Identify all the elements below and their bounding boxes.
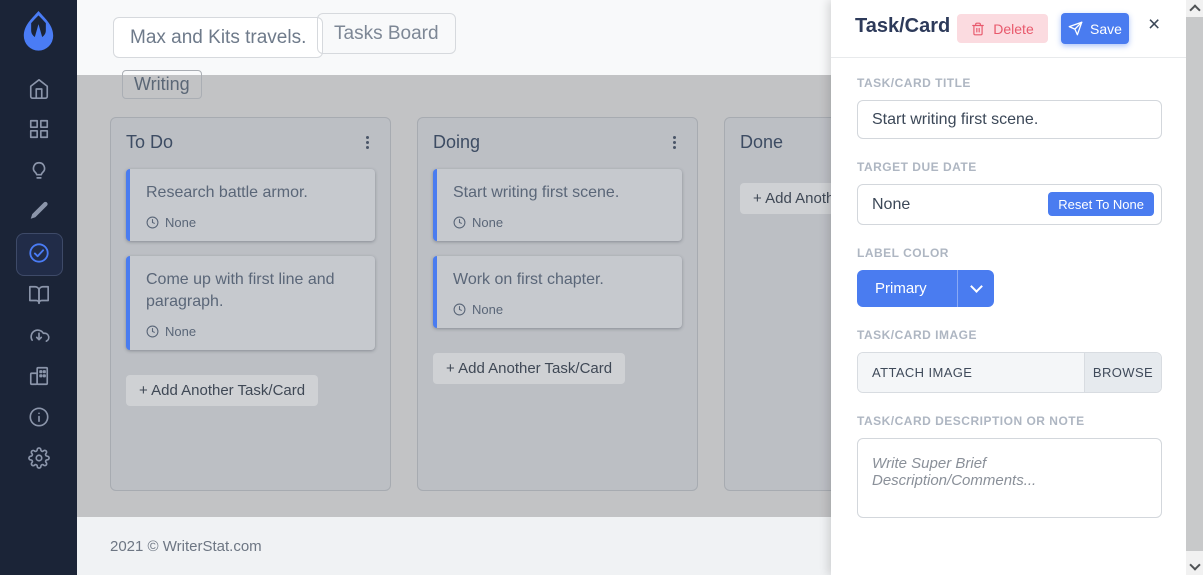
column-todo: To Do Research battle armor. None Come u… xyxy=(110,117,391,491)
task-card-title: Work on first chapter. xyxy=(453,269,666,291)
add-task-card-button[interactable]: + Add Another Task/Card xyxy=(126,375,318,406)
label-color-value: Primary xyxy=(857,280,957,297)
delete-button[interactable]: Delete xyxy=(957,14,1048,43)
clock-icon xyxy=(146,325,159,338)
sidebar xyxy=(0,0,77,575)
book-icon[interactable] xyxy=(0,275,77,315)
reset-to-none-button[interactable]: Reset To None xyxy=(1048,192,1154,216)
browse-button[interactable]: BROWSE xyxy=(1084,353,1161,392)
task-card-due: None xyxy=(165,324,196,339)
task-card[interactable]: Start writing first scene. None xyxy=(433,169,682,241)
task-card[interactable]: Come up with first line and paragraph. N… xyxy=(126,256,375,350)
scroll-up-arrow-icon[interactable] xyxy=(1186,0,1203,17)
task-card[interactable]: Research battle armor. None xyxy=(126,169,375,241)
board-title-label[interactable]: Tasks Board xyxy=(317,13,456,54)
description-field-label: TASK/CARD DESCRIPTION OR NOTE xyxy=(857,414,1162,428)
label-color-field-label: LABEL COLOR xyxy=(857,246,1162,260)
add-task-card-button[interactable]: + Add Another Task/Card xyxy=(433,353,625,384)
task-card-due: None xyxy=(472,302,503,317)
task-card-title: Research battle armor. xyxy=(146,182,359,204)
image-field-label: TASK/CARD IMAGE xyxy=(857,328,1162,342)
column-title: To Do xyxy=(126,132,173,153)
save-button-label: Save xyxy=(1090,21,1122,37)
panel-title: Task/Card xyxy=(855,15,950,38)
task-card-panel: Task/Card Delete Save × TASK/CARD TITLE … xyxy=(831,0,1186,575)
save-button[interactable]: Save xyxy=(1061,13,1129,44)
close-icon[interactable]: × xyxy=(1148,14,1160,35)
column-menu-kebab-icon[interactable] xyxy=(359,133,375,153)
column-doing: Doing Start writing first scene. None Wo… xyxy=(417,117,698,491)
attach-image-input[interactable]: ATTACH IMAGE BROWSE xyxy=(857,352,1162,393)
label-color-dropdown[interactable]: Primary xyxy=(857,270,994,307)
pencil-icon[interactable] xyxy=(0,191,77,231)
task-card-title: Come up with first line and paragraph. xyxy=(146,269,359,313)
panel-body: TASK/CARD TITLE TARGET DUE DATE None Res… xyxy=(857,57,1162,575)
task-card-due: None xyxy=(165,215,196,230)
task-card[interactable]: Work on first chapter. None xyxy=(433,256,682,328)
home-icon[interactable] xyxy=(0,69,77,109)
copyright-text: 2021 © WriterStat.com xyxy=(110,538,262,555)
task-card-due: None xyxy=(472,215,503,230)
info-icon[interactable] xyxy=(0,397,77,437)
clock-icon xyxy=(453,303,466,316)
task-title-input[interactable] xyxy=(857,100,1162,139)
attach-image-label: ATTACH IMAGE xyxy=(858,353,1084,392)
cloud-download-icon[interactable] xyxy=(0,316,77,356)
column-menu-kebab-icon[interactable] xyxy=(666,133,682,153)
delete-button-label: Delete xyxy=(993,21,1033,37)
vertical-scrollbar[interactable] xyxy=(1186,0,1203,575)
workspace-title-input[interactable]: Max and Kits travels. xyxy=(113,17,323,58)
clock-icon xyxy=(146,216,159,229)
task-card-title: Start writing first scene. xyxy=(453,182,666,204)
trash-icon xyxy=(971,22,985,36)
clock-icon xyxy=(453,216,466,229)
title-field-label: TASK/CARD TITLE xyxy=(857,76,1162,90)
board-tag-writing[interactable]: Writing xyxy=(122,70,202,99)
lightbulb-icon[interactable] xyxy=(0,151,77,191)
scrollbar-thumb[interactable] xyxy=(1186,17,1203,551)
app-window: Max and Kits travels. Tasks Board Writin… xyxy=(0,0,1203,575)
check-circle-icon[interactable] xyxy=(0,233,77,273)
due-date-value: None xyxy=(872,196,910,214)
due-date-input[interactable]: None Reset To None xyxy=(857,184,1162,225)
app-logo-flame-icon[interactable] xyxy=(15,8,62,55)
chevron-down-icon xyxy=(970,280,983,293)
column-title: Done xyxy=(740,132,783,153)
column-title: Doing xyxy=(433,132,480,153)
due-field-label: TARGET DUE DATE xyxy=(857,160,1162,174)
building-icon[interactable] xyxy=(0,356,77,396)
panel-header: Task/Card Delete Save × xyxy=(831,0,1186,58)
gear-icon[interactable] xyxy=(0,438,77,478)
scroll-down-arrow-icon[interactable] xyxy=(1186,558,1203,575)
description-textarea[interactable] xyxy=(857,438,1162,518)
send-icon xyxy=(1068,21,1083,36)
dashboard-icon[interactable] xyxy=(0,109,77,149)
